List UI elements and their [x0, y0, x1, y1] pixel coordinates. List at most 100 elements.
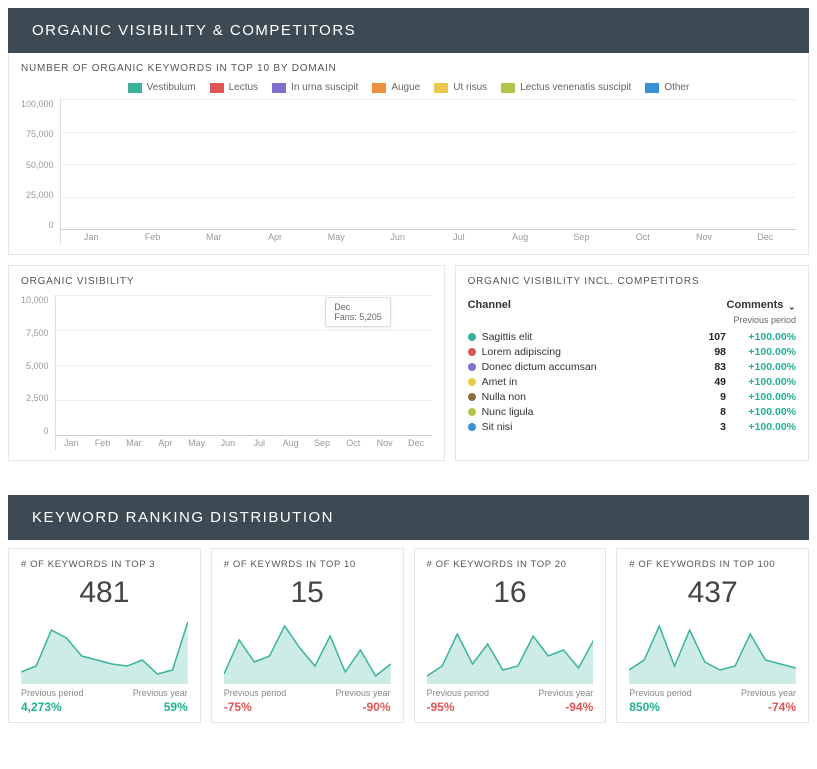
competitor-name: Amet in: [482, 376, 690, 388]
x-label: Sep: [306, 436, 337, 450]
legend-label: Lectus venenatis suscipit: [520, 82, 631, 93]
column-comments[interactable]: Comments ⌃: [727, 299, 796, 311]
legend-item[interactable]: In urna suscipit: [272, 82, 358, 93]
kpi-value: 16: [427, 576, 594, 610]
competitor-row[interactable]: Lorem adipiscing98+100.00%: [468, 344, 796, 359]
x-label: Dec: [400, 436, 431, 450]
x-label: Mar: [183, 230, 244, 244]
legend-swatch: [645, 83, 659, 93]
competitor-change: +100.00%: [726, 331, 796, 343]
competitor-name: Nulla non: [482, 391, 690, 403]
sparkline-chart: [629, 614, 796, 684]
competitor-row[interactable]: Nulla non9+100.00%: [468, 389, 796, 404]
prev-year-label: Previous year: [741, 688, 796, 698]
bar-oct[interactable]: [612, 99, 673, 230]
bar-sep[interactable]: [306, 295, 337, 436]
bar-dec[interactable]: [400, 295, 431, 436]
prev-year-value: -94%: [538, 700, 593, 714]
bar-jan[interactable]: [56, 295, 87, 436]
x-label: Apr: [244, 230, 305, 244]
bar-mar[interactable]: [183, 99, 244, 230]
prev-year-value: 59%: [133, 700, 188, 714]
competitor-change: +100.00%: [726, 346, 796, 358]
x-label: Jul: [428, 230, 489, 244]
kpi-card: # OF KEYWORDS IN TOP 3481Previous period…: [8, 548, 201, 723]
competitor-count: 98: [690, 346, 726, 358]
series-dot-icon: [468, 378, 476, 386]
prev-year-label: Previous year: [335, 688, 390, 698]
bar-mar[interactable]: [118, 295, 149, 436]
legend-item[interactable]: Ut risus: [434, 82, 487, 93]
competitor-count: 49: [690, 376, 726, 388]
kpi-value: 15: [224, 576, 391, 610]
prev-year-label: Previous year: [133, 688, 188, 698]
bar-dec[interactable]: [735, 99, 796, 230]
x-label: Apr: [150, 436, 181, 450]
prev-period: Previous period850%: [629, 688, 692, 714]
bar-aug[interactable]: [275, 295, 306, 436]
bar-may[interactable]: [306, 99, 367, 230]
prev-year: Previous year 59%: [133, 688, 188, 714]
kpi-title: # OF KEYWORDS IN TOP 100: [629, 559, 796, 570]
y-axis: 10,0007,5005,0002,5000: [21, 295, 55, 450]
legend-item[interactable]: Lectus venenatis suscipit: [501, 82, 631, 93]
bar-jul[interactable]: [244, 295, 275, 436]
bar-nov[interactable]: [369, 295, 400, 436]
legend-item[interactable]: Lectus: [210, 82, 258, 93]
bar-feb[interactable]: [87, 295, 118, 436]
competitor-change: +100.00%: [726, 376, 796, 388]
competitor-row[interactable]: Donec dictum accumsan83+100.00%: [468, 359, 796, 374]
competitor-name: Sagittis elit: [482, 331, 690, 343]
prev-year-value: -90%: [335, 700, 390, 714]
prev-period-value: -95%: [427, 700, 490, 714]
competitor-change: +100.00%: [726, 361, 796, 373]
x-axis: JanFebMarAprMayJunJulAugSepOctNovDec: [56, 436, 432, 450]
legend-swatch: [372, 83, 386, 93]
competitor-name: Sit nisi: [482, 421, 690, 433]
x-label: May: [306, 230, 367, 244]
bar-may[interactable]: [181, 295, 212, 436]
bar-apr[interactable]: [244, 99, 305, 230]
series-dot-icon: [468, 363, 476, 371]
competitor-change: +100.00%: [726, 391, 796, 403]
series-dot-icon: [468, 408, 476, 416]
bar-jul[interactable]: [428, 99, 489, 230]
legend-item[interactable]: Augue: [372, 82, 420, 93]
x-label: Aug: [275, 436, 306, 450]
chart-plot: JanFebMarAprMayJunJulAugSepOctNovDec Dec…: [55, 295, 432, 450]
bar-aug[interactable]: [490, 99, 551, 230]
bar-jun[interactable]: [367, 99, 428, 230]
bar-nov[interactable]: [673, 99, 734, 230]
panel-top10-by-domain: NUMBER OF ORGANIC KEYWORDS IN TOP 10 BY …: [8, 53, 809, 255]
bar-feb[interactable]: [122, 99, 183, 230]
x-label: Jul: [244, 436, 275, 450]
sparkline-chart: [427, 614, 594, 684]
prev-period-label: Previous period: [427, 688, 490, 698]
x-label: Oct: [612, 230, 673, 244]
series-dot-icon: [468, 423, 476, 431]
prev-period-label: Previous period: [21, 688, 84, 698]
series-dot-icon: [468, 333, 476, 341]
prev-period-value: 850%: [629, 700, 692, 714]
legend-label: Ut risus: [453, 82, 487, 93]
x-label: Sep: [551, 230, 612, 244]
bar-apr[interactable]: [150, 295, 181, 436]
legend-item[interactable]: Other: [645, 82, 689, 93]
section-title: KEYWORD RANKING DISTRIBUTION: [32, 509, 334, 526]
column-channel[interactable]: Channel: [468, 299, 511, 311]
bar-sep[interactable]: [551, 99, 612, 230]
legend-item[interactable]: Vestibulum: [128, 82, 196, 93]
kpi-title: # OF KEYWORDS IN TOP 3: [21, 559, 188, 570]
legend-label: Vestibulum: [147, 82, 196, 93]
competitor-row[interactable]: Nunc ligula8+100.00%: [468, 404, 796, 419]
bar-oct[interactable]: [338, 295, 369, 436]
x-label: Jan: [61, 230, 122, 244]
x-label: Nov: [369, 436, 400, 450]
panel-competitors: ORGANIC VISIBILITY INCL. COMPETITORS Cha…: [455, 265, 809, 461]
bar-jan[interactable]: [61, 99, 122, 230]
bar-jun[interactable]: [212, 295, 243, 436]
competitor-row[interactable]: Sit nisi3+100.00%: [468, 419, 796, 434]
competitor-row[interactable]: Amet in49+100.00%: [468, 374, 796, 389]
competitor-row[interactable]: Sagittis elit107+100.00%: [468, 329, 796, 344]
x-label: Jan: [56, 436, 87, 450]
